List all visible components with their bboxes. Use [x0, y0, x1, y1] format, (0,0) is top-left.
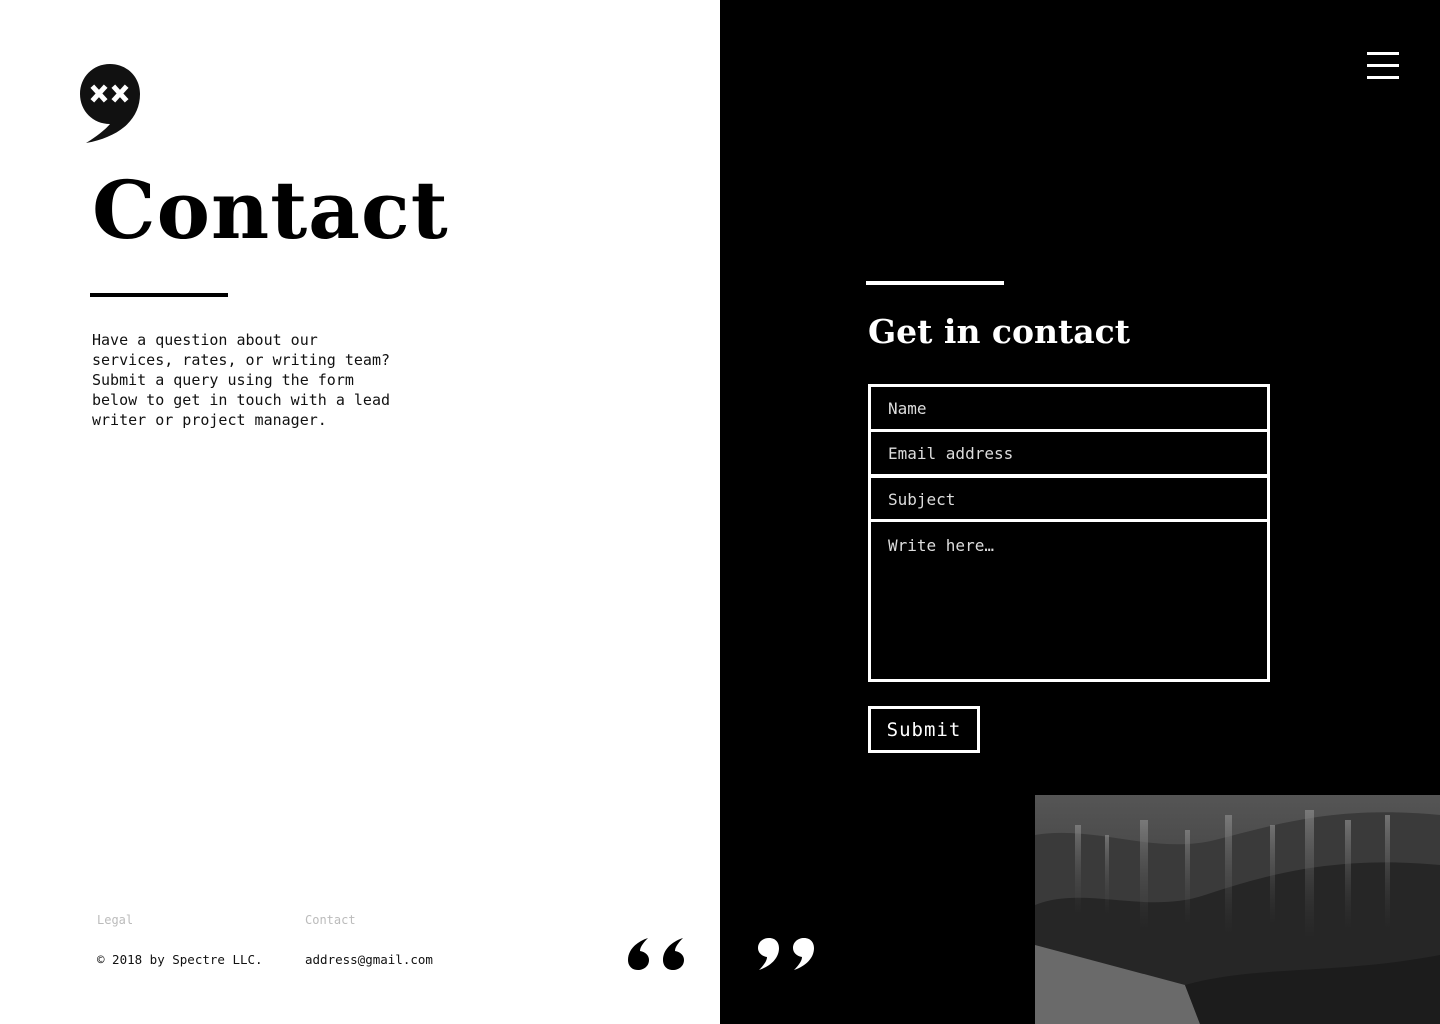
message-field[interactable]: [868, 519, 1270, 682]
submit-button[interactable]: Submit: [868, 706, 980, 753]
form-title: Get in contact: [868, 312, 1130, 351]
subject-field[interactable]: [868, 475, 1270, 523]
speech-bubble-logo-icon[interactable]: [80, 64, 140, 144]
close-quote-icon: [758, 938, 814, 970]
menu-line: [1367, 76, 1399, 79]
name-field[interactable]: [868, 384, 1270, 432]
copyright-text: © 2018 by Spectre LLC.: [97, 952, 263, 967]
footer-legal-label[interactable]: Legal: [97, 913, 133, 927]
intro-text: Have a question about our services, rate…: [92, 331, 391, 429]
contact-email-link[interactable]: address@gmail.com: [305, 952, 433, 967]
page-title: Contact: [92, 163, 449, 257]
decorative-photo: [1035, 795, 1440, 1024]
left-panel: Contact Have a question about our servic…: [0, 0, 720, 1024]
title-divider: [90, 293, 228, 297]
footer-contact-label[interactable]: Contact: [305, 913, 356, 927]
hamburger-menu-icon[interactable]: [1363, 50, 1403, 82]
menu-line: [1367, 64, 1399, 67]
menu-line: [1367, 52, 1399, 55]
open-quote-icon: [628, 938, 684, 970]
email-field[interactable]: [868, 429, 1270, 477]
form-divider: [866, 281, 1004, 285]
